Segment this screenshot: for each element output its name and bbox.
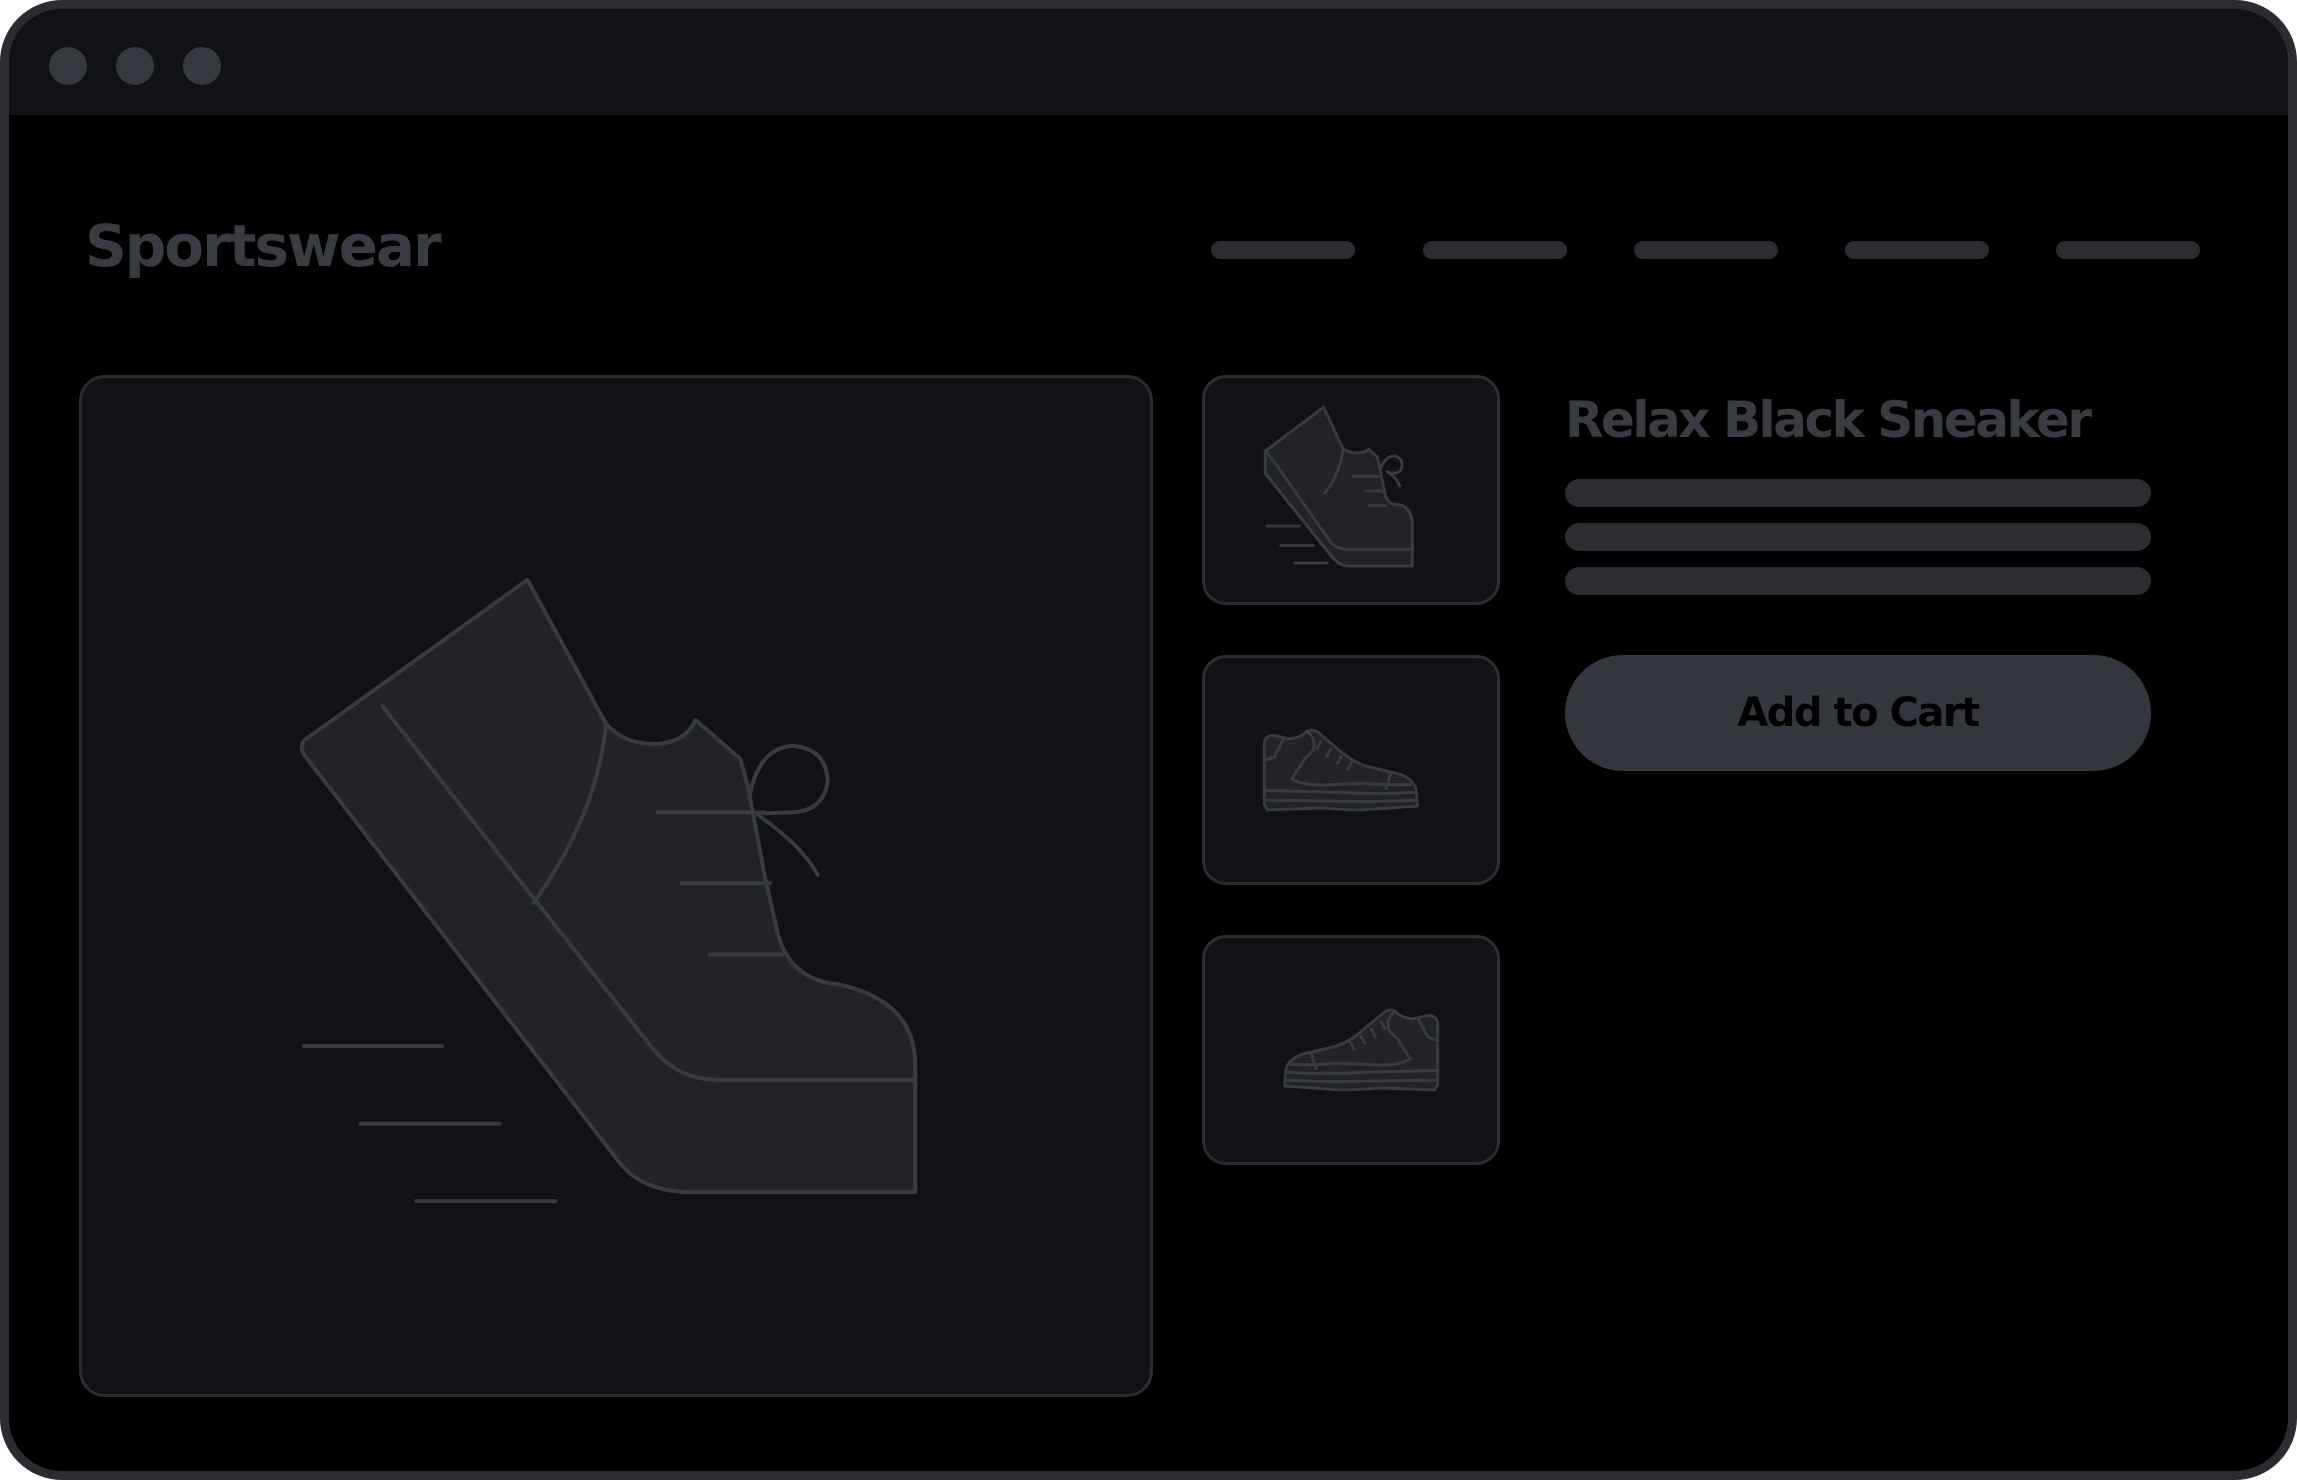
running-sneaker-icon	[1263, 405, 1414, 568]
sneaker-lace-loop	[747, 743, 830, 816]
description-line-2	[1565, 523, 2151, 551]
thumbnail-3[interactable]	[1202, 935, 1500, 1165]
add-to-cart-button[interactable]: Add to Cart	[1565, 655, 2151, 771]
title-bar	[9, 9, 2288, 115]
sneaker-side-right-icon	[1262, 728, 1419, 812]
close-dot-icon[interactable]	[49, 47, 87, 85]
browser-window: Sportswear Relax Black Sneaker Add to Ca…	[0, 0, 2297, 1480]
sneaker-side-left-icon	[1283, 1008, 1440, 1092]
thumbnail-2[interactable]	[1202, 655, 1500, 885]
description-line-1	[1565, 479, 2151, 507]
brand-logo[interactable]: Sportswear	[85, 217, 442, 275]
thumbnail-1[interactable]	[1202, 375, 1500, 605]
minimize-dot-icon[interactable]	[116, 47, 154, 85]
maximize-dot-icon[interactable]	[183, 47, 221, 85]
nav-link-1[interactable]	[1211, 241, 1355, 259]
product-title: Relax Black Sneaker	[1565, 391, 2092, 449]
nav-link-4[interactable]	[1845, 241, 1989, 259]
main-product-image	[79, 375, 1153, 1397]
nav-link-5[interactable]	[2056, 241, 2200, 259]
running-sneaker-icon	[299, 577, 918, 1204]
sneaker-body	[299, 577, 918, 1195]
description-line-3	[1565, 567, 2151, 595]
sneaker-lace-tail	[756, 813, 820, 878]
nav-link-3[interactable]	[1634, 241, 1778, 259]
nav-link-2[interactable]	[1423, 241, 1567, 259]
